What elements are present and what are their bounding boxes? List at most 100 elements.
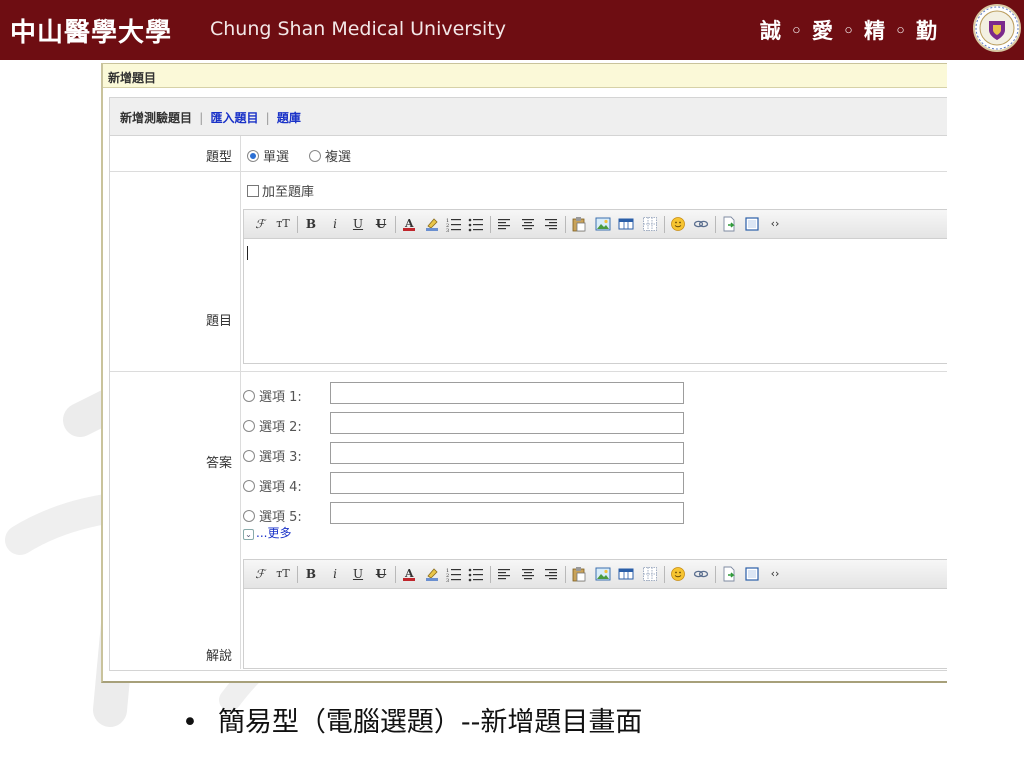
bold-icon[interactable]: B	[303, 216, 319, 232]
align-right-icon[interactable]	[543, 216, 559, 232]
insert-file-icon[interactable]	[721, 216, 737, 232]
answer-option-input[interactable]	[330, 472, 684, 494]
table-grid-icon[interactable]	[642, 566, 658, 582]
answer-option-radio[interactable]	[243, 510, 255, 522]
single-choice-label: 單選	[263, 150, 290, 165]
link-icon[interactable]	[693, 216, 709, 232]
answer-option-label: 選項 1:	[259, 390, 302, 405]
underline-icon[interactable]: U	[350, 216, 366, 232]
font-color-icon[interactable]: A	[401, 216, 417, 232]
answer-label: 答案	[205, 456, 232, 471]
align-right-icon[interactable]	[543, 566, 559, 582]
answer-option-radio[interactable]	[243, 420, 255, 432]
ordered-list-icon[interactable]: 123	[446, 216, 462, 234]
image-icon[interactable]	[595, 566, 611, 582]
answer-option: 選項 4:	[243, 476, 302, 495]
ordered-list-icon[interactable]: 123	[446, 566, 462, 584]
question-row: 題目 加至題庫 ℱ тT B i U U A 1 2 3 ‹›	[110, 172, 947, 372]
toolbar-separator	[565, 566, 566, 583]
answer-option-input[interactable]	[330, 502, 684, 524]
table-icon[interactable]	[618, 566, 634, 582]
add-to-bank-option[interactable]: 加至題庫	[247, 181, 314, 200]
single-choice-option[interactable]: 單選	[247, 146, 289, 165]
tab-import-questions[interactable]: 匯入題目	[210, 111, 258, 125]
align-left-icon[interactable]	[496, 566, 512, 582]
answer-options-cell: 選項 1: 選項 2: 選項 3: 選項 4: 選項 5: ⌄ ...更多	[241, 372, 947, 559]
toolbar-separator	[490, 216, 491, 233]
answer-option-input[interactable]	[330, 442, 684, 464]
underline-icon[interactable]: U	[350, 566, 366, 582]
font-color-icon[interactable]: A	[401, 566, 417, 582]
emoticon-icon[interactable]	[670, 566, 686, 582]
more-options-link[interactable]: ⌄ ...更多	[243, 524, 291, 541]
slide: 中山醫學大學 Chung Shan Medical University 誠 ◦…	[0, 0, 1024, 768]
source-code-icon[interactable]: ‹›	[767, 566, 783, 582]
single-choice-radio[interactable]	[247, 150, 259, 162]
unordered-list-icon[interactable]	[468, 216, 484, 232]
image-icon[interactable]	[595, 216, 611, 232]
answer-option-radio[interactable]	[243, 480, 255, 492]
toolbar-separator	[715, 566, 716, 583]
italic-icon[interactable]: i	[327, 216, 343, 232]
answer-option: 選項 1:	[243, 386, 302, 405]
university-name-zh: 中山醫學大學	[10, 18, 173, 48]
question-type-options: 單選 複選	[241, 136, 947, 171]
unordered-list-icon[interactable]	[468, 566, 484, 582]
add-to-bank-checkbox[interactable]	[247, 185, 259, 197]
tab-question-bank[interactable]: 題庫	[277, 111, 301, 125]
link-icon[interactable]	[693, 566, 709, 582]
add-to-bank-label: 加至題庫	[262, 185, 315, 200]
tab-separator: |	[265, 111, 270, 125]
multiple-choice-radio[interactable]	[309, 150, 321, 162]
panel-title: 新增題目	[103, 64, 947, 88]
question-label-cell: 題目	[110, 172, 241, 371]
highlight-icon[interactable]	[424, 216, 440, 232]
caption-bullet: •	[182, 707, 198, 738]
question-type-label-cell: 題型	[110, 136, 241, 171]
add-question-panel: 新增題目 新增測驗題目 | 匯入題目 | 題庫 題型 單選 複選 題目 加至題庫…	[101, 63, 947, 683]
question-type-row: 題型 單選 複選	[110, 136, 947, 172]
answer-option-label: 選項 3:	[259, 450, 302, 465]
paste-icon[interactable]	[571, 566, 587, 582]
bold-icon[interactable]: B	[303, 566, 319, 582]
answer-option-radio[interactable]	[243, 450, 255, 462]
source-code-icon[interactable]: ‹›	[767, 216, 783, 232]
strikethrough-icon[interactable]: U	[373, 566, 389, 582]
multiple-choice-option[interactable]: 複選	[309, 146, 351, 165]
font-size-icon[interactable]: тT	[275, 566, 291, 582]
expand-icon: ⌄	[243, 529, 254, 540]
italic-icon[interactable]: i	[327, 566, 343, 582]
toolbar-separator	[565, 216, 566, 233]
answer-option-input[interactable]	[330, 382, 684, 404]
align-left-icon[interactable]	[496, 216, 512, 232]
explanation-label: 解說	[205, 649, 232, 664]
toolbar-separator	[395, 216, 396, 233]
answer-option-radio[interactable]	[243, 390, 255, 402]
explanation-editor[interactable]	[243, 589, 947, 669]
font-family-icon[interactable]: ℱ	[252, 216, 268, 232]
toolbar-separator	[297, 566, 298, 583]
font-family-icon[interactable]: ℱ	[252, 566, 268, 582]
fullscreen-icon[interactable]	[744, 566, 760, 582]
question-editor[interactable]	[243, 239, 947, 364]
table-icon[interactable]	[618, 216, 634, 232]
answer-option-input[interactable]	[330, 412, 684, 434]
font-size-icon[interactable]: тT	[275, 216, 291, 232]
emoticon-icon[interactable]	[670, 216, 686, 232]
fullscreen-icon[interactable]	[744, 216, 760, 232]
header-band: 中山醫學大學 Chung Shan Medical University 誠 ◦…	[0, 0, 1024, 60]
align-center-icon[interactable]	[520, 216, 536, 232]
align-center-icon[interactable]	[520, 566, 536, 582]
svg-text:3: 3	[446, 578, 449, 582]
paste-icon[interactable]	[571, 216, 587, 232]
tab-add-question[interactable]: 新增測驗題目	[120, 111, 192, 125]
explanation-editor-cell: ℱ тT B i U U A 123 ‹›	[241, 559, 947, 669]
highlight-icon[interactable]	[424, 566, 440, 582]
answer-option-label: 選項 2:	[259, 420, 302, 435]
table-grid-icon[interactable]	[642, 216, 658, 232]
strikethrough-icon[interactable]: U	[373, 216, 389, 232]
question-editor-cell: 加至題庫 ℱ тT B i U U A 123 ‹›	[241, 172, 947, 371]
explanation-editor-toolbar: ℱ тT B i U U A 123 ‹›	[243, 559, 947, 589]
insert-file-icon[interactable]	[721, 566, 737, 582]
question-type-label: 題型	[205, 150, 232, 165]
